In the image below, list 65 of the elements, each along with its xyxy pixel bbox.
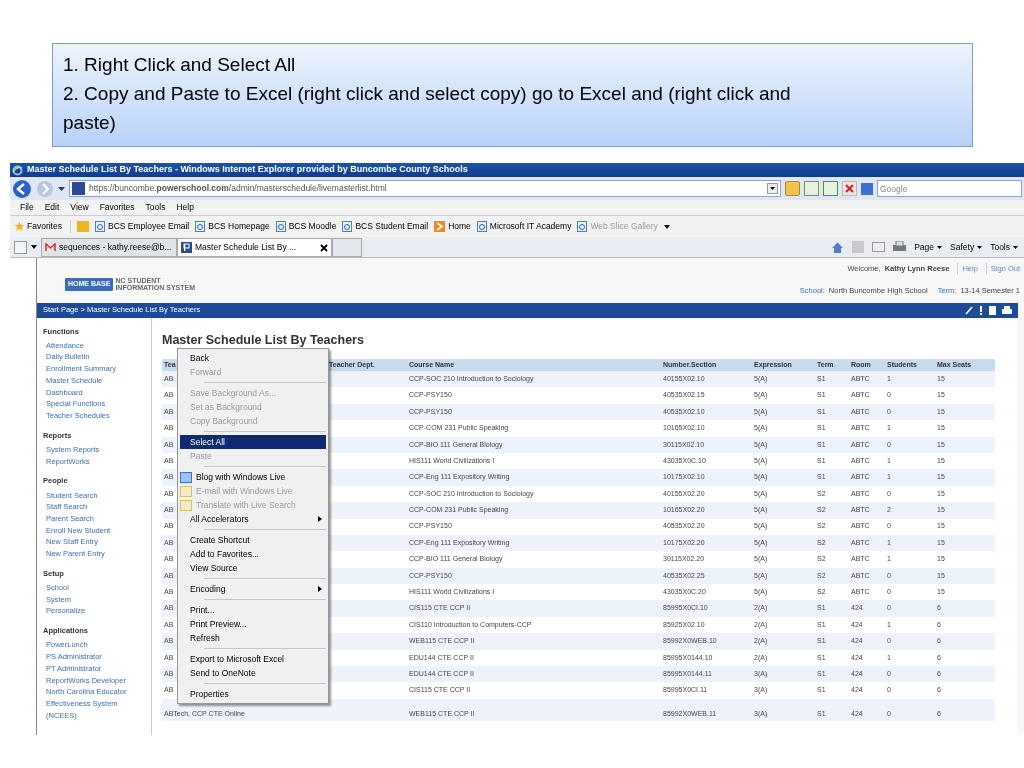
menu-item[interactable]: Add to Favorites... xyxy=(180,547,326,561)
menu-item[interactable]: Print Preview... xyxy=(180,617,326,631)
command-menu[interactable]: Tools xyxy=(990,240,1018,254)
menu-item[interactable]: Encoding xyxy=(180,582,326,596)
page-icon xyxy=(94,221,105,232)
alert-icon[interactable] xyxy=(979,305,983,315)
favorites-link[interactable]: BCS Employee Email xyxy=(94,220,190,233)
edit-icon[interactable] xyxy=(965,305,973,315)
print-icon[interactable] xyxy=(1002,305,1012,315)
browser-tab[interactable]: sequences - kathy.reese@b... xyxy=(41,238,177,257)
browser-tab[interactable]: Master Schedule List By ... xyxy=(177,238,332,257)
favorites-link[interactable]: Microsoft IT Academy xyxy=(476,220,572,233)
caret-icon xyxy=(1013,245,1018,249)
menu-item[interactable]: View Source xyxy=(180,561,326,575)
favorites-link[interactable]: BCS Moodle xyxy=(275,220,337,233)
instruction-callout: 1. Right Click and Select All 2. Copy and Paste to Excel (right click and select copy) go to Excel and (right click and paste) xyxy=(52,43,973,147)
menu-item[interactable]: View xyxy=(70,201,89,214)
search-field[interactable]: Google xyxy=(877,180,1022,197)
menu-item[interactable]: Select All xyxy=(180,435,326,449)
menu-item[interactable]: Properties xyxy=(180,687,326,701)
favorites-link[interactable]: Home xyxy=(434,220,471,233)
stop-icon[interactable] xyxy=(842,181,857,196)
url-text: https://buncombe.powerschool.com/admin/masterschedule/livemasterlist.html xyxy=(89,182,387,195)
dropdown-caret-icon[interactable] xyxy=(58,186,65,191)
window-title: Master Schedule List By Teachers - Windows Internet Explorer provided by Buncombe County Schools xyxy=(27,163,468,177)
caret-icon xyxy=(937,245,943,249)
command-menu[interactable]: Page xyxy=(914,240,943,254)
page-icon xyxy=(476,221,487,232)
menu-item[interactable]: File xyxy=(20,201,34,214)
print-icon[interactable] xyxy=(893,241,907,253)
page-icon xyxy=(577,221,588,232)
page-icon xyxy=(195,221,206,232)
close-icon[interactable] xyxy=(320,243,328,252)
document-icon[interactable] xyxy=(989,305,996,315)
menu-item[interactable]: Back xyxy=(180,351,326,365)
address-field[interactable]: https://buncombe.powerschool.com/admin/masterschedule/livemasterlist.html xyxy=(69,180,781,197)
caret-icon xyxy=(977,245,983,249)
menu-item[interactable]: Edit xyxy=(44,201,60,214)
menu-item[interactable]: Print... xyxy=(180,603,326,617)
menu-item[interactable]: Refresh xyxy=(180,631,326,645)
menu-item[interactable]: All Accelerators xyxy=(180,512,326,526)
ie-logo-icon xyxy=(12,164,23,176)
favorites-link[interactable]: BCS Student Email xyxy=(342,220,429,233)
arrow-icon xyxy=(434,221,446,232)
tab-list-caret-icon[interactable] xyxy=(31,245,37,249)
submenu-arrow-icon xyxy=(318,516,322,522)
home-icon[interactable] xyxy=(831,240,845,254)
page-title: Master Schedule List By Teachers xyxy=(162,332,364,347)
menu-item[interactable]: Export to Microsoft Excel xyxy=(180,652,326,666)
menu-item[interactable]: Create Shortcut xyxy=(180,533,326,547)
command-menu[interactable]: Safety xyxy=(950,240,983,254)
dropdown-caret-icon[interactable] xyxy=(767,183,778,194)
back-icon[interactable] xyxy=(12,178,32,199)
favorites-link[interactable]: BCS Homepage xyxy=(195,220,270,233)
menu-item[interactable]: Tools xyxy=(145,201,166,214)
menu-item[interactable]: Blog with Windows Live xyxy=(180,470,326,484)
menu-item[interactable]: Help xyxy=(176,201,194,214)
page-icon xyxy=(275,221,286,232)
favorites-button[interactable]: Favorites xyxy=(14,220,71,233)
menu-item[interactable]: Send to OneNote xyxy=(180,666,326,680)
dropdown-caret-icon[interactable] xyxy=(663,224,670,229)
submenu-arrow-icon xyxy=(318,586,322,592)
star-icon xyxy=(14,221,25,232)
page-icon xyxy=(342,221,353,232)
menu-item[interactable]: Favorites xyxy=(99,201,135,214)
